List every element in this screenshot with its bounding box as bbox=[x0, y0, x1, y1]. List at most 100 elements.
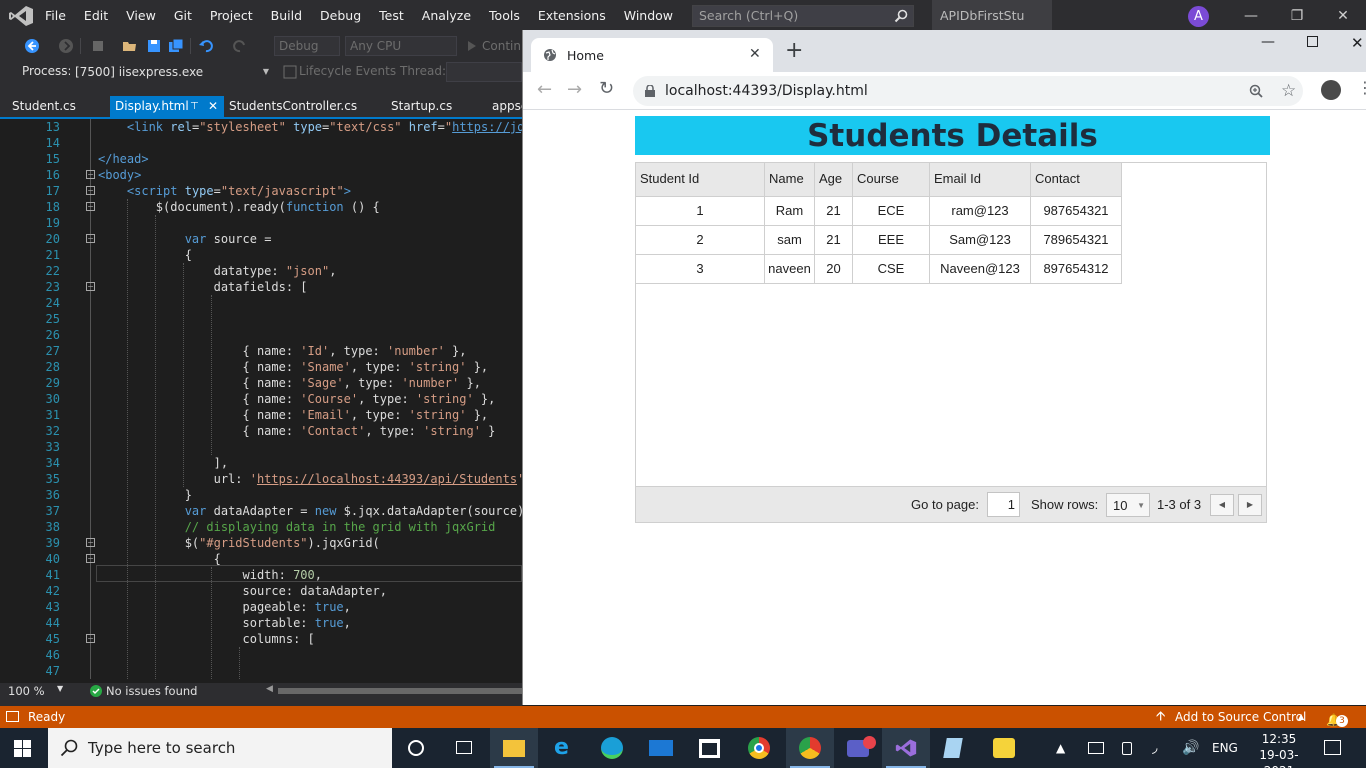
next-page-button[interactable]: ▶ bbox=[1238, 494, 1262, 516]
profile-avatar[interactable] bbox=[1321, 80, 1341, 100]
table-row[interactable]: 1 Ram 21 ECE ram@123 987654321 bbox=[636, 197, 1122, 226]
code-line[interactable]: 18 − $(document).ready(function () { bbox=[0, 199, 522, 215]
browser-tab-home[interactable]: Home ✕ bbox=[531, 38, 773, 72]
code-line[interactable]: 38 // displaying data in the grid with j… bbox=[0, 519, 522, 535]
open-folder-icon[interactable] bbox=[122, 38, 138, 54]
close-tab-icon[interactable]: ✕ bbox=[749, 46, 761, 62]
column-header[interactable]: Student Id bbox=[636, 163, 765, 197]
reload-icon[interactable]: ↻ bbox=[599, 78, 614, 99]
process-select[interactable]: [7500] iisexpress.exe ▼ bbox=[70, 62, 272, 82]
menu-window[interactable]: Window bbox=[615, 0, 682, 32]
menu-analyze[interactable]: Analyze bbox=[413, 0, 480, 32]
browser-minimize-button[interactable]: — bbox=[1261, 34, 1275, 50]
code-line[interactable]: 44 sortable: true, bbox=[0, 615, 522, 631]
user-avatar[interactable]: A bbox=[1188, 6, 1209, 27]
zoom-icon[interactable] bbox=[1249, 84, 1263, 98]
pin-icon[interactable]: ⊤ bbox=[190, 96, 199, 117]
edge-icon[interactable] bbox=[588, 728, 636, 768]
file-explorer-icon[interactable] bbox=[490, 728, 538, 768]
bookmark-star-icon[interactable]: ☆ bbox=[1281, 76, 1296, 106]
column-header[interactable]: Age bbox=[815, 163, 853, 197]
tab-appsettings[interactable]: appsettings.json bbox=[484, 96, 522, 117]
fold-toggle-icon[interactable]: − bbox=[86, 634, 95, 643]
device-icon[interactable] bbox=[1122, 742, 1132, 755]
column-header[interactable]: Name bbox=[765, 163, 815, 197]
address-bar[interactable]: localhost:44393/Display.html ☆ bbox=[633, 76, 1303, 106]
code-line[interactable]: 15 </head> bbox=[0, 151, 522, 167]
vs-search-box[interactable]: Search (Ctrl+Q) bbox=[692, 5, 914, 27]
code-line[interactable]: 19 bbox=[0, 215, 522, 231]
task-view-icon[interactable] bbox=[440, 728, 488, 768]
rows-per-page-select[interactable]: 10 ▼ bbox=[1106, 493, 1150, 517]
mail-icon[interactable] bbox=[637, 728, 685, 768]
menu-view[interactable]: View bbox=[117, 0, 165, 32]
code-line[interactable]: 47 bbox=[0, 663, 522, 679]
code-line[interactable]: 42 source: dataAdapter, bbox=[0, 583, 522, 599]
clock[interactable]: 12:35 19-03-2021 bbox=[1248, 728, 1310, 768]
code-line[interactable]: 24 bbox=[0, 295, 522, 311]
undo-icon[interactable] bbox=[198, 38, 214, 54]
code-editor[interactable]: 13 <link rel="stylesheet" type="text/css… bbox=[0, 119, 522, 683]
horizontal-scrollbar[interactable] bbox=[278, 688, 522, 694]
code-line[interactable]: 21 { bbox=[0, 247, 522, 263]
tab-startup-cs[interactable]: Startup.cs bbox=[384, 96, 484, 117]
save-all-icon[interactable] bbox=[168, 38, 184, 54]
code-line[interactable]: 26 bbox=[0, 327, 522, 343]
output-window-icon[interactable] bbox=[6, 711, 19, 722]
paint-icon[interactable] bbox=[980, 728, 1028, 768]
fold-toggle-icon[interactable]: − bbox=[86, 282, 95, 291]
code-line[interactable]: 33 bbox=[0, 439, 522, 455]
code-line[interactable]: 22 datatype: "json", bbox=[0, 263, 522, 279]
code-line[interactable]: 45 − columns: [ bbox=[0, 631, 522, 647]
code-line[interactable]: 16 − <body> bbox=[0, 167, 522, 183]
menu-test[interactable]: Test bbox=[370, 0, 413, 32]
internet-explorer-icon[interactable]: e bbox=[540, 728, 588, 768]
notepad-icon[interactable] bbox=[930, 728, 978, 768]
platform-select[interactable]: Any CPU bbox=[345, 36, 457, 56]
menu-extensions[interactable]: Extensions bbox=[529, 0, 615, 32]
configuration-select[interactable]: Debug bbox=[274, 36, 340, 56]
code-line[interactable]: 34 ], bbox=[0, 455, 522, 471]
browser-menu-icon[interactable]: ⋮ bbox=[1357, 78, 1366, 97]
add-to-source-control[interactable]: Add to Source Control bbox=[1175, 706, 1306, 728]
store-icon[interactable] bbox=[686, 728, 734, 768]
code-line[interactable]: 17 − <script type="text/javascript"> bbox=[0, 183, 522, 199]
code-line[interactable]: 43 pageable: true, bbox=[0, 599, 522, 615]
code-line[interactable]: 40 − { bbox=[0, 551, 522, 567]
cortana-icon[interactable] bbox=[392, 728, 440, 768]
page-number-input[interactable]: 1 bbox=[987, 492, 1020, 517]
chrome-profile-icon[interactable] bbox=[786, 728, 834, 768]
visual-studio-logo[interactable] bbox=[8, 5, 34, 27]
column-header[interactable]: Course bbox=[853, 163, 930, 197]
vs-restore-button[interactable]: ❐ bbox=[1274, 0, 1320, 32]
teams-icon[interactable] bbox=[835, 728, 883, 768]
tray-overflow-icon[interactable]: ▲ bbox=[1056, 728, 1065, 768]
action-center-icon[interactable] bbox=[1324, 740, 1341, 755]
forward-arrow-icon[interactable]: → bbox=[567, 79, 582, 100]
code-line[interactable]: 41 width: 700, bbox=[0, 567, 522, 583]
prev-page-button[interactable]: ◀ bbox=[1210, 494, 1234, 516]
menu-git[interactable]: Git bbox=[165, 0, 201, 32]
vs-minimize-button[interactable]: — bbox=[1228, 0, 1274, 32]
close-tab-icon[interactable]: ✕ bbox=[208, 96, 218, 117]
menu-edit[interactable]: Edit bbox=[75, 0, 117, 32]
code-line[interactable]: 29 { name: 'Sage', type: 'number' }, bbox=[0, 375, 522, 391]
zoom-level[interactable]: 100 % bbox=[8, 684, 45, 698]
tab-display-html[interactable]: Display.html ⊤ ✕ bbox=[110, 96, 224, 117]
zoom-dropdown-icon[interactable]: ▼ bbox=[57, 684, 63, 693]
code-line[interactable]: 28 { name: 'Sname', type: 'string' }, bbox=[0, 359, 522, 375]
column-header[interactable]: Contact bbox=[1031, 163, 1122, 197]
column-header[interactable]: Email Id bbox=[930, 163, 1031, 197]
code-line[interactable]: 46 bbox=[0, 647, 522, 663]
new-project-icon[interactable] bbox=[90, 38, 106, 54]
tab-studentscontroller-cs[interactable]: StudentsController.cs bbox=[224, 96, 384, 117]
browser-maximize-button[interactable] bbox=[1307, 36, 1318, 47]
code-line[interactable]: 31 { name: 'Email', type: 'string' }, bbox=[0, 407, 522, 423]
visual-studio-taskbar-icon[interactable] bbox=[882, 728, 930, 768]
menu-tools[interactable]: Tools bbox=[480, 0, 529, 32]
back-arrow-icon[interactable]: ← bbox=[537, 79, 552, 100]
code-line[interactable]: 20 − var source = bbox=[0, 231, 522, 247]
fold-toggle-icon[interactable]: − bbox=[86, 202, 95, 211]
menu-project[interactable]: Project bbox=[201, 0, 262, 32]
code-line[interactable]: 30 { name: 'Course', type: 'string' }, bbox=[0, 391, 522, 407]
